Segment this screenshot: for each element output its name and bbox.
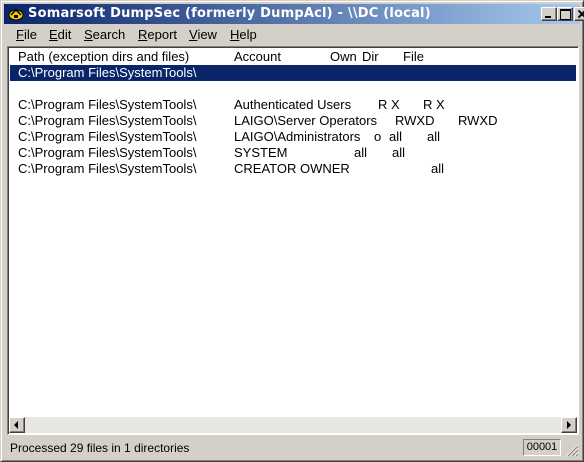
table-row[interactable]: C:\Program Files\SystemTools\ Authentica… xyxy=(10,97,576,113)
menu-edit[interactable]: Edit xyxy=(47,27,73,42)
row-file: all xyxy=(427,129,441,144)
row-account: LAIGO\Administrators xyxy=(234,129,361,144)
minimize-button[interactable] xyxy=(541,7,557,21)
menu-help[interactable]: Help xyxy=(228,27,259,42)
menu-help-accel: H xyxy=(230,27,240,42)
menu-report-label: eport xyxy=(147,27,178,42)
row-account: CREATOR OWNER xyxy=(234,161,350,176)
app-icon xyxy=(8,8,24,21)
menu-help-label: elp xyxy=(239,27,257,42)
permissions-list[interactable]: Path (exception dirs and files) Account … xyxy=(7,46,579,435)
selected-row[interactable]: C:\Program Files\SystemTools\ xyxy=(10,65,576,81)
row-path: C:\Program Files\SystemTools\ xyxy=(18,113,197,128)
row-dir: all xyxy=(354,145,368,160)
menu-report[interactable]: Report xyxy=(136,27,179,42)
table-row[interactable]: C:\Program Files\SystemTools\ LAIGO\Serv… xyxy=(10,113,576,129)
menu-file[interactable]: File xyxy=(14,27,39,42)
header-account: Account xyxy=(234,49,281,64)
menu-file-label: ile xyxy=(23,27,37,42)
row-own: o xyxy=(374,129,382,144)
menu-file-accel: F xyxy=(16,27,24,42)
title-bar[interactable]: Somarsoft DumpSec (formerly DumpAcl) - \… xyxy=(4,4,584,24)
menu-view-label: iew xyxy=(197,27,217,42)
status-text: Processed 29 files in 1 directories xyxy=(10,441,190,455)
row-dir: RWXD xyxy=(395,113,435,128)
table-row[interactable]: C:\Program Files\SystemTools\ CREATOR OW… xyxy=(10,161,576,177)
menu-edit-accel: E xyxy=(49,27,58,42)
scroll-left-arrow-icon[interactable] xyxy=(9,417,25,433)
table-row[interactable]: C:\Program Files\SystemTools\ LAIGO\Admi… xyxy=(10,129,576,145)
row-file: RWXD xyxy=(458,113,498,128)
dumpsec-window: Somarsoft DumpSec (formerly DumpAcl) - \… xyxy=(0,0,584,462)
row-file: R X xyxy=(423,97,445,112)
menu-report-accel: R xyxy=(138,27,148,42)
table-row[interactable]: C:\Program Files\SystemTools\ SYSTEM all… xyxy=(10,145,576,161)
horizontal-scrollbar[interactable] xyxy=(9,417,577,433)
status-bar: Processed 29 files in 1 directories 0000… xyxy=(4,438,580,458)
menu-search-accel: S xyxy=(84,27,93,42)
row-dir: R X xyxy=(378,97,400,112)
status-count: 00001 xyxy=(523,439,561,456)
list-header: Path (exception dirs and files) Account … xyxy=(10,49,576,65)
row-file: all xyxy=(392,145,406,160)
menu-search-label: earch xyxy=(92,27,126,42)
row-path: C:\Program Files\SystemTools\ xyxy=(18,129,197,144)
resize-grip-icon[interactable] xyxy=(565,443,579,457)
row-path: C:\Program Files\SystemTools\ xyxy=(18,145,197,160)
header-own: Own xyxy=(330,49,357,64)
close-button[interactable] xyxy=(574,7,584,21)
row-dir: all xyxy=(389,129,403,144)
row-path: C:\Program Files\SystemTools\ xyxy=(18,65,197,80)
row-path: C:\Program Files\SystemTools\ xyxy=(18,161,197,176)
scroll-right-arrow-icon[interactable] xyxy=(561,417,577,433)
row-file: all xyxy=(431,161,445,176)
maximize-button[interactable] xyxy=(557,7,573,21)
menu-view[interactable]: View xyxy=(187,27,219,42)
row-account: Authenticated Users xyxy=(234,97,352,112)
row-account: SYSTEM xyxy=(234,145,288,160)
header-path: Path (exception dirs and files) xyxy=(18,49,190,64)
window-title: Somarsoft DumpSec (formerly DumpAcl) - \… xyxy=(28,6,431,21)
row-account: LAIGO\Server Operators xyxy=(234,113,378,128)
header-file: File xyxy=(403,49,424,64)
menu-search[interactable]: Search xyxy=(82,27,127,42)
menu-bar: File Edit Search Report View Help xyxy=(4,25,580,45)
menu-edit-label: dit xyxy=(57,27,72,42)
header-dir: Dir xyxy=(362,49,379,64)
row-path: C:\Program Files\SystemTools\ xyxy=(18,97,197,112)
